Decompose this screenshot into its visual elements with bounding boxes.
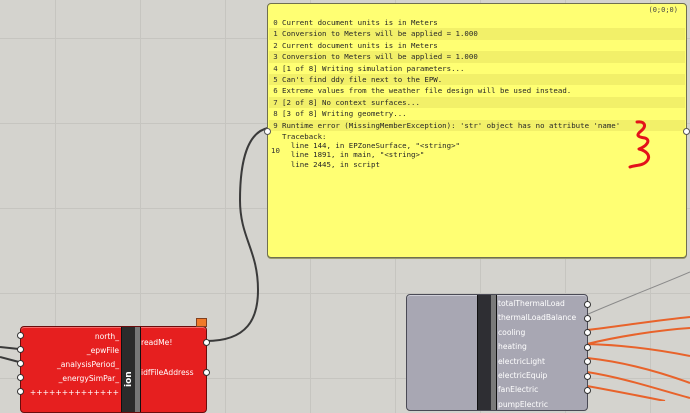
output-grip[interactable] [203,369,210,376]
wire-orange-1 [586,316,690,331]
input-grip[interactable] [17,374,24,381]
input-grip[interactable] [17,360,24,367]
red-scribble-annotation [628,120,651,169]
input-grip[interactable] [17,346,24,353]
panel-coordinate: (0;0;0) [648,6,678,14]
output-grip[interactable] [584,387,591,394]
panel-line: 8 [3 of 8] Writing geometry... [273,109,407,119]
output-grip[interactable] [584,344,591,351]
warning-flag-icon[interactable] [196,318,207,327]
output-grip[interactable] [584,301,591,308]
red-component-title-bar[interactable] [121,327,141,412]
output-grip[interactable] [584,329,591,336]
wire-gray-top [585,271,690,316]
output-thermal-load-balance[interactable]: thermalLoadBalance [498,311,576,325]
red-component-inputs: north_ _epwFile _analysisPeriod_ _energy… [21,330,121,400]
input-epw-file[interactable]: _epwFile [21,344,121,358]
output-electric-equip[interactable]: electricEquip [498,369,576,383]
panel-line: 2 Current document units is in Meters [273,40,438,50]
output-fan-electric[interactable]: fanElectric [498,383,576,397]
input-grip[interactable] [17,332,24,339]
red-component[interactable]: north_ _epwFile _analysisPeriod_ _energy… [17,326,210,413]
panel-line: 4 [1 of 8] Writing simulation parameters.… [273,63,465,73]
input-grip[interactable] [17,388,24,395]
input-analysis-period[interactable]: _analysisPeriod_ [21,358,121,372]
wire-orange-3 [586,343,690,357]
output-grip[interactable] [203,339,210,346]
panel-line-traceback: 10 Traceback: line 144, in EPZoneSurface… [271,132,460,169]
output-panel[interactable]: (0;0;0) 0 Current document units is in Me… [264,3,690,258]
output-idf-file-address[interactable]: idfFileAddress [141,368,194,377]
red-component-title: ion [124,371,134,387]
output-grip[interactable] [584,315,591,322]
wire-orange-4 [586,357,690,384]
wire-orange-5 [586,371,690,399]
panel-line: 1 Conversion to Meters will be applied = … [269,28,685,40]
panel-input-grip[interactable] [264,128,271,135]
input-north[interactable]: north_ [21,330,121,344]
panel-line: 3 Conversion to Meters will be applied = … [269,51,685,63]
wire-orange-6 [586,385,666,401]
wire-readme-to-panel [205,127,269,342]
wire-orange-2 [586,327,690,345]
output-cooling[interactable]: cooling [498,326,576,340]
input-separator: ++++++++++++++ [29,388,119,397]
panel-line: 6 Extreme values from the weather file de… [273,86,572,96]
panel-line: 5 Can't find ddy file next to the EPW. [269,74,685,86]
gray-component-outputs: totalThermalLoad thermalLoadBalance cool… [498,297,576,412]
output-electric-light[interactable]: electricLight [498,355,576,369]
gray-component[interactable]: totalThermalLoad thermalLoadBalance cool… [406,294,591,412]
gray-component-title-bar[interactable] [477,295,497,410]
panel-line: 7 [2 of 8] No context surfaces... [269,96,685,109]
output-pump-electric[interactable]: pumpElectric [498,398,576,412]
panel-output-grip[interactable] [683,128,690,135]
input-energy-sim-par[interactable]: _energySimPar_ [21,372,121,386]
panel-line: 0 Current document units is in Meters [273,18,438,27]
panel-line-error: 9 Runtime error (MissingMemberException):… [269,119,685,132]
output-heating[interactable]: heating [498,340,576,354]
output-grip[interactable] [584,373,591,380]
output-total-thermal-load[interactable]: totalThermalLoad [498,297,576,311]
wire-left-2 [0,356,20,363]
output-readme[interactable]: readMe! [141,338,172,347]
panel-lines: 0 Current document units is in Meters 1 Co… [269,17,685,171]
output-grip[interactable] [584,358,591,365]
